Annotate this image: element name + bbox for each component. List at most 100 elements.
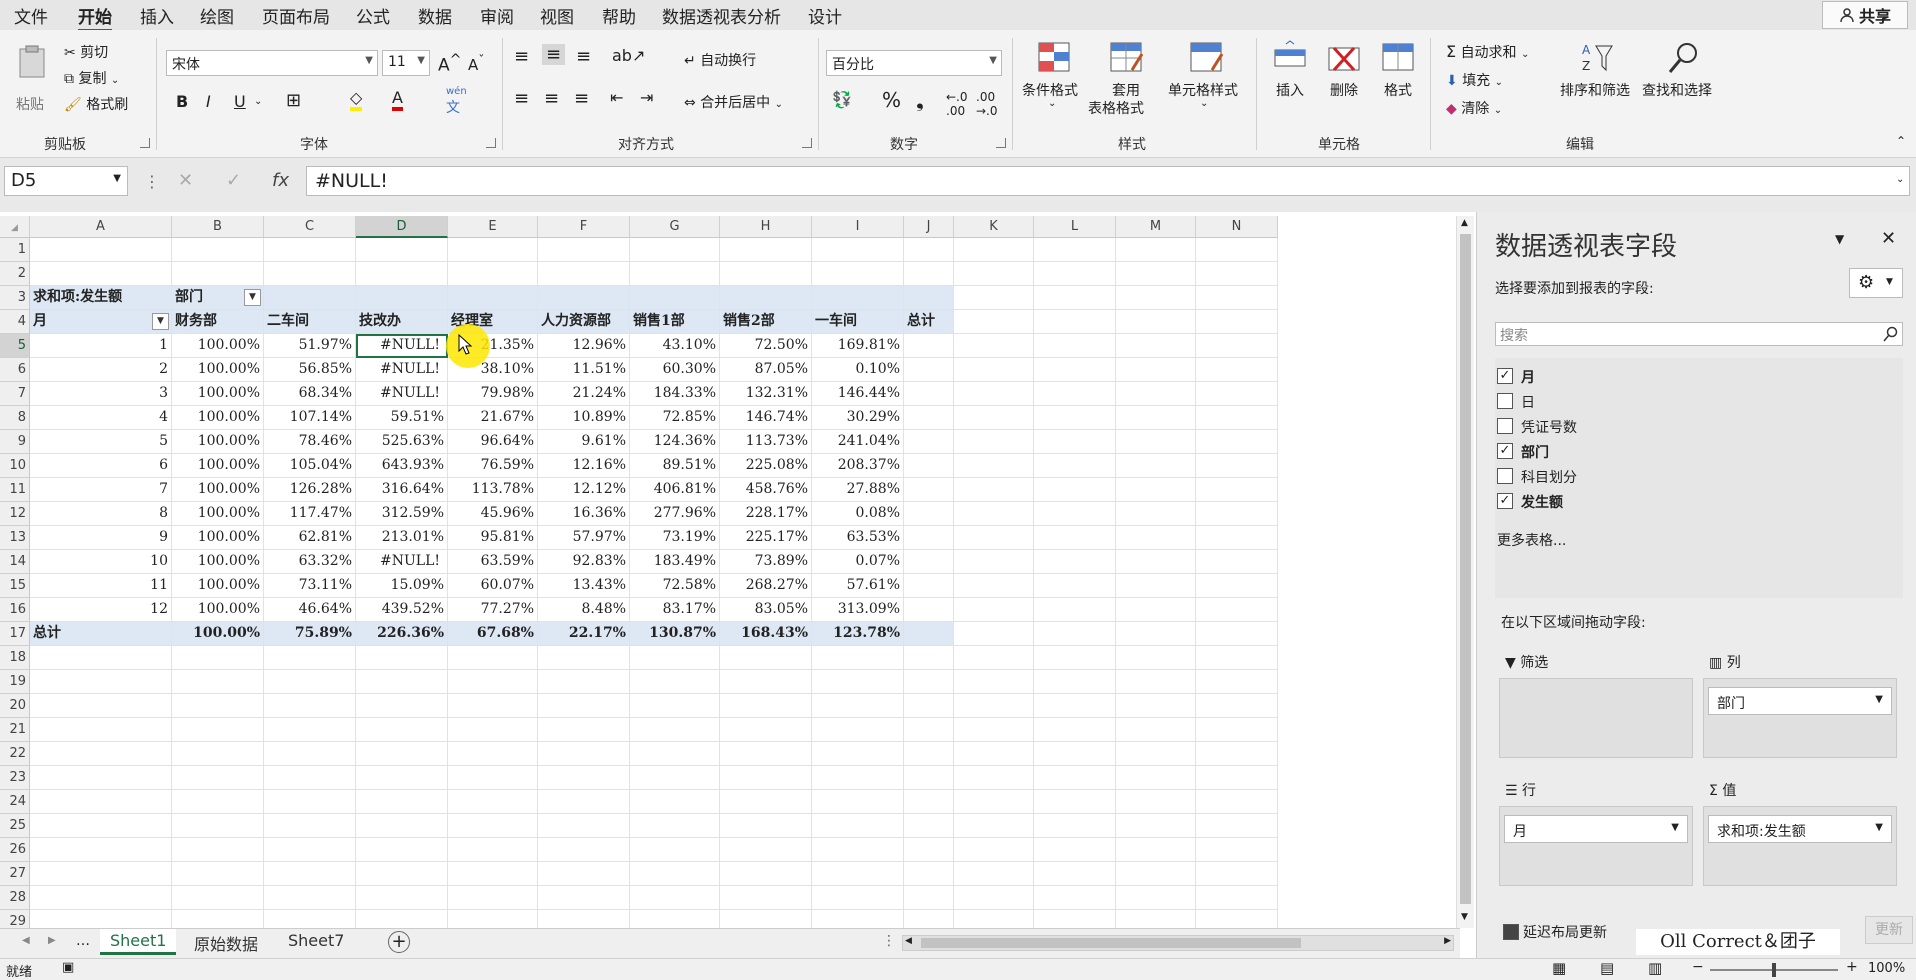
grid-cell[interactable] bbox=[904, 406, 954, 430]
grid-cell[interactable] bbox=[448, 910, 538, 928]
grid-cell[interactable] bbox=[720, 238, 812, 262]
grid-cell[interactable] bbox=[264, 766, 356, 790]
grid-cell[interactable] bbox=[1116, 862, 1196, 886]
row-filter-button[interactable]: ▼ bbox=[152, 313, 169, 330]
grid-cell[interactable] bbox=[448, 694, 538, 718]
pivot-data-cell[interactable]: 72.85% bbox=[630, 406, 720, 430]
copy-button[interactable]: ⧉ 复制 ⌄ bbox=[64, 68, 119, 88]
grid-cell[interactable] bbox=[356, 742, 448, 766]
pivot-column-header[interactable]: 一车间 bbox=[812, 310, 904, 334]
pivot-data-cell[interactable]: 10 bbox=[30, 550, 172, 574]
grid-cell[interactable] bbox=[954, 550, 1034, 574]
field-label[interactable]: 日 bbox=[1521, 392, 1535, 412]
align-bottom-icon[interactable]: ≡ bbox=[576, 46, 591, 67]
grid-cell[interactable] bbox=[904, 670, 954, 694]
pivot-data-cell[interactable]: #NULL! bbox=[356, 550, 448, 574]
column-header[interactable]: N bbox=[1196, 216, 1278, 238]
page-break-view-icon[interactable]: ▥ bbox=[1648, 959, 1662, 977]
pivot-data-cell[interactable]: 146.74% bbox=[720, 406, 812, 430]
grid-cell[interactable] bbox=[904, 838, 954, 862]
grid-cell[interactable] bbox=[1034, 670, 1116, 694]
pivot-data-cell[interactable]: 12.96% bbox=[538, 334, 630, 358]
pivot-data-cell[interactable]: 13.43% bbox=[538, 574, 630, 598]
pivot-column-header[interactable]: 销售1部 bbox=[630, 310, 720, 334]
grid-cell[interactable] bbox=[356, 814, 448, 838]
grid-cell[interactable] bbox=[1116, 694, 1196, 718]
pivot-data-cell[interactable]: 100.00% bbox=[172, 478, 264, 502]
tab-home[interactable]: 开始 bbox=[78, 3, 112, 32]
pivot-data-cell[interactable]: 1 bbox=[30, 334, 172, 358]
row-header[interactable]: 11 bbox=[0, 478, 30, 502]
prev-sheet-icon[interactable]: ◀ bbox=[22, 935, 30, 946]
increase-font-icon[interactable]: A^ bbox=[438, 52, 462, 76]
grid-cell[interactable] bbox=[30, 766, 172, 790]
column-header[interactable]: B bbox=[172, 216, 264, 238]
row-header[interactable]: 12 bbox=[0, 502, 30, 526]
grid-cell[interactable] bbox=[812, 790, 904, 814]
grid-cell[interactable] bbox=[30, 814, 172, 838]
grid-cell[interactable] bbox=[1034, 910, 1116, 928]
grid-cell[interactable] bbox=[538, 814, 630, 838]
pivot-data-cell[interactable]: 51.97% bbox=[264, 334, 356, 358]
grid-cell[interactable] bbox=[1034, 262, 1116, 286]
pivot-data-cell[interactable]: 124.36% bbox=[630, 430, 720, 454]
pivot-data-cell[interactable]: 43.10% bbox=[630, 334, 720, 358]
grid-cell[interactable] bbox=[356, 718, 448, 742]
pivot-data-cell[interactable]: 12.16% bbox=[538, 454, 630, 478]
grid-cell[interactable] bbox=[1196, 646, 1278, 670]
grid-cell[interactable] bbox=[172, 646, 264, 670]
grid-cell[interactable] bbox=[448, 286, 538, 310]
grid-cell[interactable] bbox=[904, 238, 954, 262]
grid-cell[interactable] bbox=[1116, 286, 1196, 310]
grid-cell[interactable] bbox=[1034, 382, 1116, 406]
pivot-data-cell[interactable]: 9 bbox=[30, 526, 172, 550]
grid-cell[interactable] bbox=[954, 406, 1034, 430]
sheet-tab-1[interactable]: Sheet1 bbox=[100, 929, 177, 955]
pivot-data-cell[interactable]: 100.00% bbox=[172, 526, 264, 550]
pivot-data-cell[interactable]: 100.00% bbox=[172, 382, 264, 406]
pivot-column-header[interactable]: 总计 bbox=[904, 310, 954, 334]
grid-cell[interactable] bbox=[720, 742, 812, 766]
grid-cell[interactable] bbox=[1034, 646, 1116, 670]
grid-cell[interactable] bbox=[172, 262, 264, 286]
pivot-grand-total-value[interactable]: 130.87% bbox=[630, 622, 720, 646]
pivot-column-header[interactable]: 财务部 bbox=[172, 310, 264, 334]
pivot-data-cell[interactable]: 113.73% bbox=[720, 430, 812, 454]
pivot-data-cell[interactable]: 100.00% bbox=[172, 358, 264, 382]
grid-cell[interactable] bbox=[1196, 358, 1278, 382]
pivot-data-cell[interactable]: 126.28% bbox=[264, 478, 356, 502]
pivot-data-cell[interactable]: 11.51% bbox=[538, 358, 630, 382]
field-label[interactable]: 发生额 bbox=[1521, 492, 1563, 512]
grid-cell[interactable] bbox=[1196, 382, 1278, 406]
rows-zone[interactable]: 月 ▼ bbox=[1499, 806, 1693, 886]
grid-cell[interactable] bbox=[1196, 526, 1278, 550]
grid-cell[interactable] bbox=[812, 886, 904, 910]
pivot-data-cell[interactable]: 312.59% bbox=[356, 502, 448, 526]
grid-cell[interactable] bbox=[1196, 814, 1278, 838]
grid-cell[interactable] bbox=[1196, 622, 1278, 646]
pivot-data-cell[interactable]: 57.97% bbox=[538, 526, 630, 550]
grid-cell[interactable] bbox=[356, 910, 448, 928]
share-button[interactable]: 共享 bbox=[1822, 1, 1908, 29]
row-header[interactable]: 14 bbox=[0, 550, 30, 574]
grid-cell[interactable] bbox=[812, 670, 904, 694]
grid-cell[interactable] bbox=[630, 262, 720, 286]
row-header[interactable]: 9 bbox=[0, 430, 30, 454]
grid-cell[interactable] bbox=[904, 910, 954, 928]
pivot-data-cell[interactable]: 7 bbox=[30, 478, 172, 502]
grid-cell[interactable] bbox=[630, 694, 720, 718]
grid-cell[interactable] bbox=[1034, 814, 1116, 838]
column-header[interactable]: M bbox=[1116, 216, 1196, 238]
grid-cell[interactable] bbox=[630, 910, 720, 928]
grid-cell[interactable] bbox=[538, 286, 630, 310]
row-header[interactable]: 25 bbox=[0, 814, 30, 838]
increase-decimal-icon[interactable]: ←.0.00 bbox=[946, 90, 968, 118]
grid-cell[interactable] bbox=[1196, 238, 1278, 262]
grid-cell[interactable] bbox=[264, 910, 356, 928]
pivot-data-cell[interactable]: 316.64% bbox=[356, 478, 448, 502]
border-icon[interactable]: ⊞ bbox=[286, 90, 301, 111]
grid-cell[interactable] bbox=[172, 238, 264, 262]
grid-cell[interactable] bbox=[720, 814, 812, 838]
grid-cell[interactable] bbox=[264, 814, 356, 838]
grid-cell[interactable] bbox=[1034, 886, 1116, 910]
